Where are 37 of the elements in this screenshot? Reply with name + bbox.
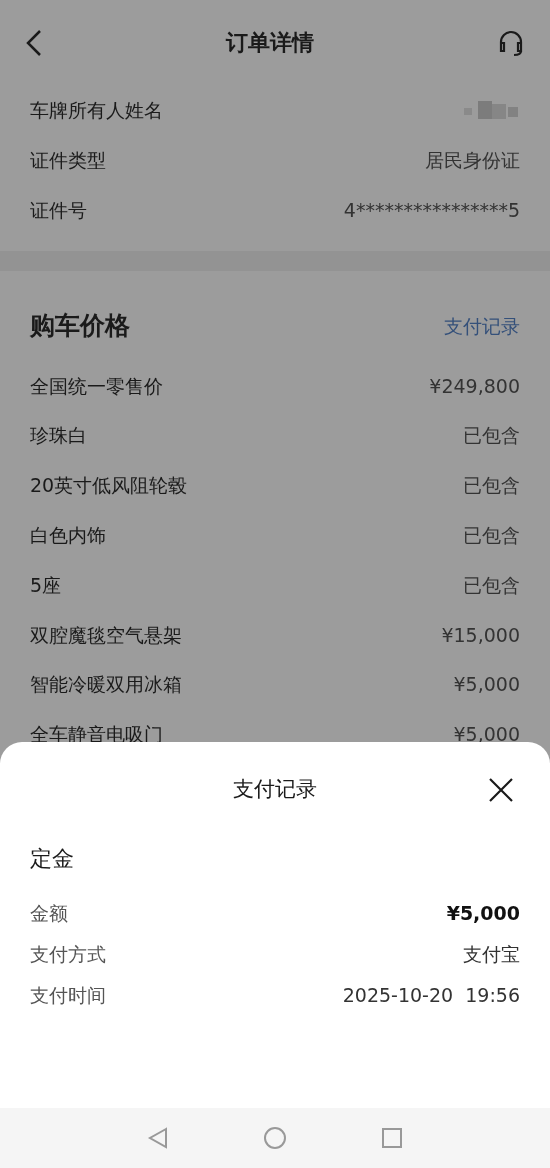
section-title: 购车价格 <box>30 310 130 343</box>
deposit-title: 定金 <box>30 845 75 873</box>
blurred-name <box>464 99 520 121</box>
price-value: 已包含 <box>463 523 520 549</box>
recents-nav-icon[interactable] <box>381 1127 403 1149</box>
price-label: 5座 <box>30 572 62 598</box>
price-label: 智能冷暖双用冰箱 <box>30 672 182 698</box>
home-nav-icon[interactable] <box>263 1126 287 1150</box>
record-label: 支付方式 <box>30 942 106 968</box>
info-label: 证件号 <box>30 197 87 223</box>
price-label: 全国统一零售价 <box>30 373 163 399</box>
price-value: 已包含 <box>463 473 520 499</box>
price-value: 已包含 <box>463 423 520 449</box>
record-label: 金额 <box>30 901 68 927</box>
info-value: 居民身份证 <box>425 147 520 173</box>
price-label: 20英寸低风阻轮毂 <box>30 473 188 499</box>
price-value: ¥15,000 <box>441 622 520 648</box>
price-value: ¥5,000 <box>453 672 520 698</box>
price-label: 双腔魔毯空气悬架 <box>30 622 182 648</box>
price-value: ¥249,800 <box>429 373 520 399</box>
back-icon[interactable] <box>24 27 44 58</box>
price-value: 已包含 <box>463 572 520 598</box>
back-nav-icon[interactable] <box>147 1127 169 1149</box>
sheet-title: 支付记录 <box>233 776 317 804</box>
record-value: ¥5,000 <box>446 901 520 927</box>
info-value: 4****************5 <box>343 197 520 223</box>
info-label: 证件类型 <box>30 147 106 173</box>
price-label: 白色内饰 <box>30 523 106 549</box>
record-value: 2025-10-20 19:56 <box>342 983 520 1009</box>
price-label: 珍珠白 <box>30 423 87 449</box>
price-value: ¥5,000 <box>453 722 520 748</box>
record-label: 支付时间 <box>30 983 106 1009</box>
record-value: 支付宝 <box>463 942 520 968</box>
page-title: 订单详情 <box>226 29 314 57</box>
payment-record-link[interactable]: 支付记录 <box>444 311 520 341</box>
close-icon[interactable] <box>488 777 514 803</box>
info-label: 车牌所有人姓名 <box>30 97 163 123</box>
